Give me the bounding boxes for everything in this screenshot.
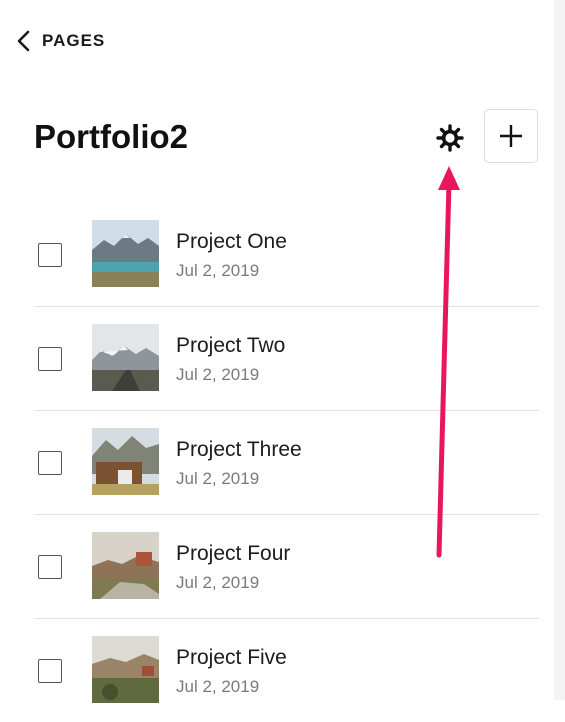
select-checkbox[interactable]: [38, 347, 62, 371]
page-title: Portfolio2: [34, 118, 188, 155]
item-date: Jul 2, 2019: [176, 677, 260, 696]
list-item[interactable]: Project Four Jul 2, 2019: [34, 515, 539, 619]
item-title[interactable]: Project Four: [176, 542, 290, 566]
select-checkbox[interactable]: [38, 659, 62, 683]
thumbnail-image: [92, 428, 159, 495]
list-item[interactable]: Project Two Jul 2, 2019: [34, 307, 539, 411]
select-checkbox[interactable]: [38, 451, 62, 475]
plus-icon: [500, 125, 522, 147]
item-title[interactable]: Project One: [176, 230, 287, 254]
item-title[interactable]: Project Two: [176, 334, 285, 358]
item-date: Jul 2, 2019: [176, 469, 260, 488]
select-checkbox[interactable]: [38, 555, 62, 579]
thumbnail-image: [92, 324, 159, 391]
chevron-left-icon: [17, 30, 30, 52]
back-label: PAGES: [42, 31, 106, 50]
gear-icon: [436, 124, 464, 152]
select-checkbox[interactable]: [38, 243, 62, 267]
add-page-button[interactable]: [484, 109, 538, 163]
list-item[interactable]: Project One Jul 2, 2019: [34, 203, 539, 307]
item-date: Jul 2, 2019: [176, 365, 260, 384]
list-item[interactable]: Project Five Jul 2, 2019: [34, 619, 539, 722]
thumbnail-image: [92, 220, 159, 287]
item-date: Jul 2, 2019: [176, 261, 260, 280]
page-list: Project One Jul 2, 2019 Project Two Jul …: [34, 203, 539, 722]
list-item[interactable]: Project Three Jul 2, 2019: [34, 411, 539, 515]
scroll-gutter: [554, 0, 565, 700]
thumbnail-image: [92, 532, 159, 599]
back-to-pages-link[interactable]: PAGES: [16, 28, 105, 54]
thumbnail-image: [92, 636, 159, 703]
item-date: Jul 2, 2019: [176, 573, 260, 592]
item-title[interactable]: Project Five: [176, 646, 287, 670]
item-title[interactable]: Project Three: [176, 438, 302, 462]
settings-button[interactable]: [430, 118, 470, 158]
